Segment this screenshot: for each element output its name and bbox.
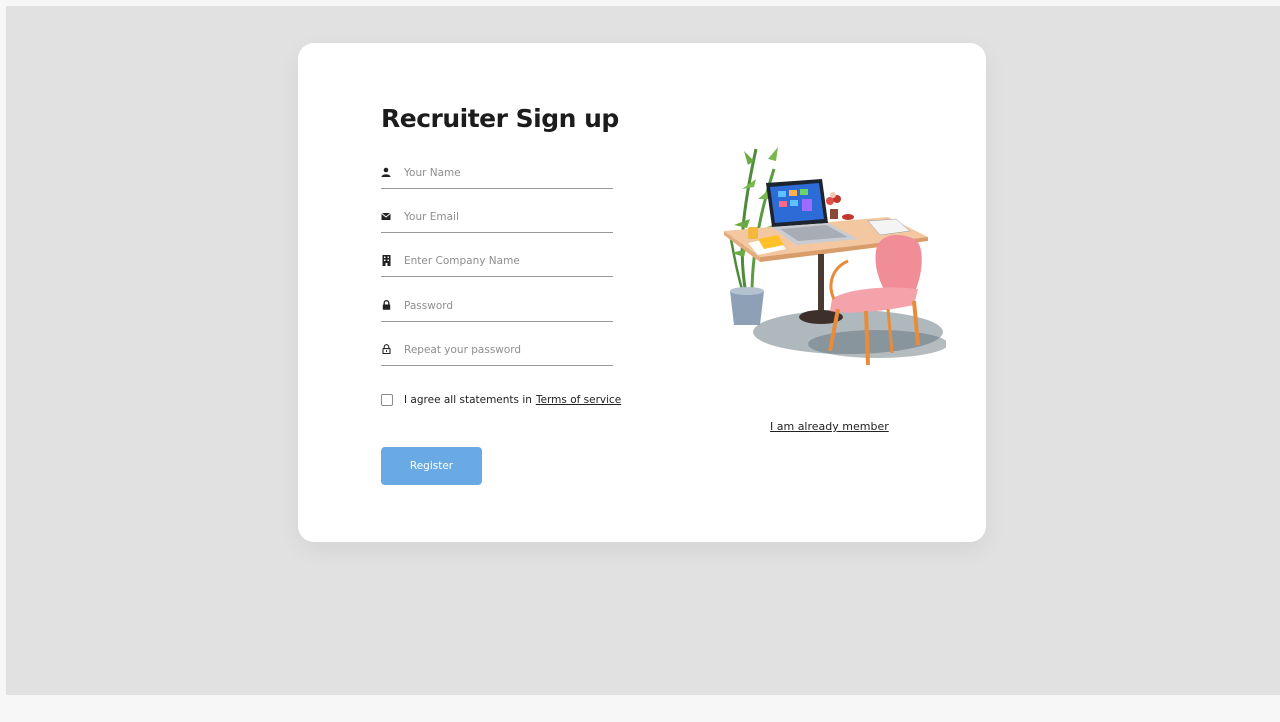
page-title: Recruiter Sign up xyxy=(381,104,619,133)
terms-agreement: I agree all statements in Terms of servi… xyxy=(381,393,621,407)
password-input[interactable] xyxy=(404,295,609,317)
envelope-icon xyxy=(381,211,391,221)
email-input[interactable] xyxy=(404,206,609,228)
terms-link[interactable]: Terms of service xyxy=(536,394,621,406)
name-input[interactable] xyxy=(404,162,609,184)
signup-card: Recruiter Sign up Your Name Your Email E… xyxy=(298,43,986,542)
agree-checkbox[interactable] xyxy=(381,394,393,406)
company-input[interactable] xyxy=(404,250,609,272)
email-field xyxy=(381,203,613,233)
company-field xyxy=(381,247,613,277)
already-member-link[interactable]: I am already member xyxy=(770,420,889,433)
desk-illustration xyxy=(724,147,946,366)
lock-open-icon xyxy=(381,344,391,354)
name-field xyxy=(381,159,613,189)
register-button[interactable]: Register xyxy=(381,447,482,485)
page-background: Recruiter Sign up Your Name Your Email E… xyxy=(6,6,1280,695)
password-field xyxy=(381,292,613,322)
repeat-password-input[interactable] xyxy=(404,339,609,361)
building-icon xyxy=(381,254,391,266)
repeat-password-field xyxy=(381,336,613,366)
user-icon xyxy=(381,167,391,177)
lock-icon xyxy=(381,300,391,310)
agree-text: I agree all statements in xyxy=(404,394,532,406)
